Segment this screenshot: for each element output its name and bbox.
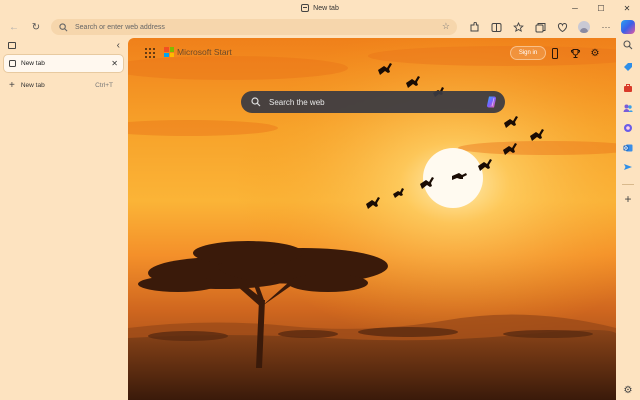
- tab-label: New tab: [21, 60, 45, 67]
- split-screen-icon[interactable]: [485, 17, 507, 37]
- collections-icon[interactable]: [529, 17, 551, 37]
- vertical-tabs-panel: ‹ New tab ✕ + New tab Ctrl+T: [0, 38, 128, 400]
- sign-in-button[interactable]: Sign in: [510, 46, 546, 60]
- add-sidebar-app-icon[interactable]: +: [622, 192, 634, 206]
- minimize-button[interactable]: ─: [562, 0, 588, 16]
- address-placeholder: Search or enter web address: [75, 23, 165, 31]
- window-title-group: New tab: [301, 4, 339, 12]
- tab-actions-icon[interactable]: [8, 41, 16, 49]
- new-tab-button[interactable]: + New tab Ctrl+T: [4, 78, 123, 92]
- favorite-star-icon[interactable]: ☆: [442, 21, 450, 32]
- favorites-icon[interactable]: [507, 17, 529, 37]
- sidebar-settings-icon[interactable]: ⚙: [622, 384, 634, 396]
- search-icon: [59, 22, 68, 31]
- title-bar: New tab ─ ☐ ✕: [0, 0, 640, 16]
- browser-toolbar: ← ↻ Search or enter web address ☆ ···: [0, 16, 640, 38]
- address-bar[interactable]: Search or enter web address ☆: [51, 19, 457, 35]
- office-icon[interactable]: [622, 122, 634, 134]
- web-search-box[interactable]: Search the web: [241, 91, 505, 113]
- maximize-button[interactable]: ☐: [588, 0, 614, 16]
- refresh-button[interactable]: ↻: [26, 17, 46, 37]
- tag-icon[interactable]: [622, 61, 634, 73]
- outlook-icon[interactable]: [622, 142, 634, 154]
- sidebar-divider: [622, 184, 634, 185]
- extensions-icon[interactable]: [463, 17, 485, 37]
- close-window-button[interactable]: ✕: [614, 0, 640, 16]
- close-tab-icon[interactable]: ✕: [111, 59, 118, 68]
- ms-start-header: Microsoft Start Sign in ⚙: [128, 38, 616, 68]
- tab-icon: [301, 4, 310, 12]
- new-tab-page: Microsoft Start Sign in ⚙ Search the web: [128, 38, 616, 400]
- search-placeholder: Search the web: [269, 97, 325, 107]
- back-button[interactable]: ←: [4, 17, 24, 37]
- tab-favicon: [9, 60, 16, 67]
- tab-new-tab[interactable]: New tab ✕: [4, 55, 123, 72]
- browser-essentials-icon[interactable]: [551, 17, 573, 37]
- search-icon[interactable]: [622, 39, 634, 51]
- microsoft-start-logo[interactable]: Microsoft Start: [164, 47, 232, 57]
- page-settings-icon[interactable]: ⚙: [589, 47, 601, 59]
- new-tab-shortcut: Ctrl+T: [95, 81, 113, 89]
- toolbox-icon[interactable]: [622, 82, 634, 94]
- window-title: New tab: [313, 4, 339, 12]
- edge-sidebar: + ⚙: [616, 16, 640, 400]
- rewards-trophy-icon[interactable]: [569, 47, 581, 59]
- microsoft-logo-icon: [164, 47, 174, 57]
- new-tab-label: New tab: [20, 81, 45, 89]
- brand-name: Microsoft Start: [177, 47, 232, 57]
- profile-avatar[interactable]: [573, 17, 595, 37]
- phone-icon[interactable]: [549, 47, 561, 59]
- tabs-panel-header: ‹: [0, 38, 128, 52]
- copilot-icon[interactable]: [485, 95, 499, 109]
- collapse-panel-icon[interactable]: ‹: [117, 40, 120, 51]
- plus-icon: +: [9, 79, 15, 91]
- send-icon[interactable]: [622, 161, 634, 173]
- people-icon[interactable]: [622, 102, 634, 114]
- window-controls: ─ ☐ ✕: [562, 0, 640, 16]
- toolbar-icons: ···: [463, 17, 639, 37]
- app-launcher-icon[interactable]: [145, 48, 155, 58]
- more-icon[interactable]: ···: [595, 17, 617, 37]
- search-icon: [251, 97, 261, 107]
